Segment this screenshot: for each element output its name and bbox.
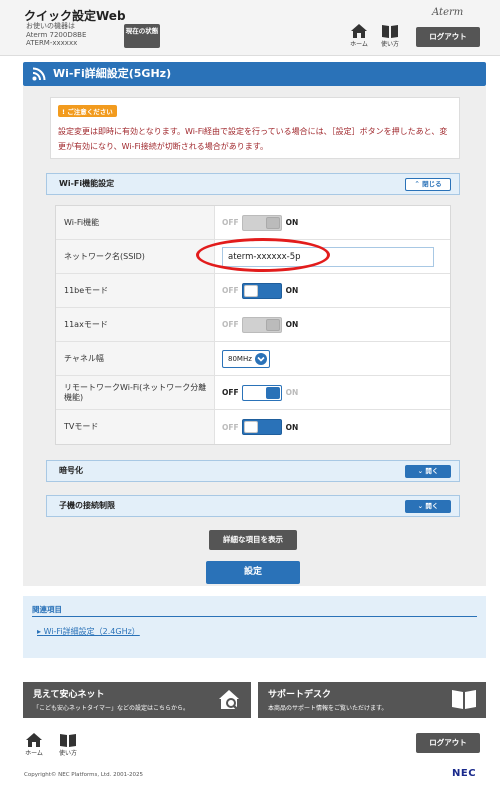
home-label: ホーム (350, 41, 368, 48)
apply-settings-button[interactable]: 設定 (206, 561, 300, 584)
triangle-right-icon: ▸ (37, 627, 42, 636)
off-label: OFF (222, 218, 239, 227)
divider (32, 616, 477, 617)
on-label: ON (285, 218, 299, 227)
chevron-down-icon: ⌄ (417, 502, 424, 510)
table-row: チャネル幅 80MHz (56, 342, 450, 376)
row-label: 11axモード (56, 308, 215, 341)
banner-title: 見えて安心ネット (33, 690, 105, 700)
mieru-anshin-net-banner[interactable]: 見えて安心ネット 「こども安心ネットタイマー」などの設定はこちらから。 (23, 682, 251, 718)
row-label: 11beモード (56, 274, 215, 307)
home-link[interactable]: ホーム (345, 24, 373, 48)
collapse-label: 閉じる (422, 180, 442, 188)
expand-label: 開く (425, 502, 439, 510)
page-title: Wi-Fi詳細設定(5GHz) (53, 67, 172, 80)
footer-home-link[interactable]: ホーム (20, 733, 48, 757)
table-row: TVモード OFF ON (56, 410, 450, 444)
exclamation-icon: ! (62, 108, 65, 116)
row-label: チャネル幅 (56, 342, 215, 375)
chevron-down-icon (255, 352, 267, 365)
home-icon (351, 24, 367, 38)
on-label: ON (285, 388, 299, 397)
wifi-function-section-title: Wi-Fi機能設定 (59, 179, 115, 188)
device-label: お使いの機器は (26, 22, 75, 30)
book-icon (452, 690, 476, 709)
tv-mode-toggle[interactable]: OFF ON (222, 419, 298, 435)
row-label: TVモード (56, 410, 215, 444)
on-label: ON (285, 422, 299, 432)
table-row: 11beモード OFF ON (56, 274, 450, 308)
row-label: Wi-Fi機能 (56, 206, 215, 239)
banner-subtitle: 本商品のサポート情報をご覧いただけます。 (268, 705, 388, 712)
book-icon (60, 734, 76, 747)
home-icon (26, 733, 42, 747)
footer-howto-label: 使い方 (58, 750, 77, 757)
encryption-section-title: 暗号化 (59, 466, 83, 475)
off-label: OFF (222, 388, 239, 397)
ssid-highlight-annotation (196, 238, 330, 272)
aterm-logo: Aterm (432, 7, 464, 18)
howto-link[interactable]: 使い方 (376, 24, 404, 48)
row-label: ネットワーク名(SSID) (56, 240, 215, 273)
on-label: ON (285, 320, 299, 329)
footer-logout-button[interactable]: ログアウト (416, 733, 480, 753)
wifi-function-section-header[interactable]: Wi-Fi機能設定 ⌃ 閉じる (46, 173, 460, 195)
banner-title: サポートデスク (268, 690, 332, 700)
book-icon (382, 25, 398, 38)
wifi-function-toggle: OFF ON (222, 214, 299, 231)
11be-mode-toggle[interactable]: OFF ON (222, 282, 299, 299)
client-restriction-section-title: 子機の接続制限 (59, 501, 115, 510)
table-row: Wi-Fi機能 OFF ON (56, 206, 450, 240)
nec-logo: NEC (452, 768, 477, 779)
notice-badge-label: ご注意ください (67, 108, 113, 116)
page-title-bar: Wi-Fi詳細設定(5GHz) (23, 62, 486, 86)
off-label: OFF (222, 286, 239, 295)
device-info: お使いの機器は Aterm 7200D8BE ATERM-xxxxxx (26, 22, 86, 48)
show-details-button[interactable]: 詳細な項目を表示 (209, 530, 297, 550)
row-label: リモートワークWi-Fi(ネットワーク分離機能) (56, 376, 215, 409)
banner-subtitle: 「こども安心ネットタイマー」などの設定はこちらから。 (33, 705, 190, 712)
chevron-down-icon: ⌄ (417, 467, 424, 475)
house-search-icon (219, 690, 239, 711)
device-id: ATERM-xxxxxx (26, 39, 78, 47)
off-label: OFF (222, 422, 239, 432)
notice-badge: ! ご注意ください (58, 105, 117, 117)
table-row: リモートワークWi-Fi(ネットワーク分離機能) OFF ON (56, 376, 450, 410)
copyright-text: Copyright© NEC Platforms, Ltd. 2001-2025 (24, 772, 144, 778)
footer-howto-link[interactable]: 使い方 (54, 733, 82, 757)
table-row: 11axモード OFF ON (56, 308, 450, 342)
logout-button[interactable]: ログアウト (416, 27, 480, 47)
header-bar: クイック設定Web お使いの機器は Aterm 7200D8BE ATERM-x… (0, 0, 500, 56)
chevron-up-icon: ⌃ (414, 180, 420, 188)
expand-button[interactable]: ⌄ 開く (405, 500, 451, 513)
off-label: OFF (222, 320, 239, 329)
client-restriction-section-header[interactable]: 子機の接続制限 ⌄ 開く (46, 495, 460, 517)
notice-box: ! ご注意ください 設定変更は即時に有効となります。Wi-Fi経由で設定を行って… (50, 97, 460, 159)
footer-home-label: ホーム (25, 750, 43, 757)
related-link-label: Wi-Fi詳細設定（2.4GHz） (43, 627, 140, 636)
device-model: Aterm 7200D8BE (26, 30, 87, 39)
related-items-box: 関連項目 ▸ Wi-Fi詳細設定（2.4GHz） (23, 596, 486, 658)
expand-button[interactable]: ⌄ 開く (405, 465, 451, 478)
remote-work-wifi-toggle[interactable]: OFF ON (222, 384, 299, 401)
support-desk-banner[interactable]: サポートデスク 本商品のサポート情報をご覧いただけます。 (258, 682, 486, 718)
expand-label: 開く (425, 467, 439, 475)
on-label: ON (285, 286, 299, 295)
related-items-title: 関連項目 (32, 605, 62, 614)
collapse-button[interactable]: ⌃ 閉じる (405, 178, 451, 191)
wifi-icon (32, 67, 46, 81)
11ax-mode-toggle: OFF ON (222, 316, 299, 333)
related-link-24ghz[interactable]: ▸ Wi-Fi詳細設定（2.4GHz） (37, 626, 140, 637)
current-status-button[interactable]: 現在の状態 (124, 24, 160, 48)
notice-text: 設定変更は即時に有効となります。Wi-Fi経由で設定を行っている場合には、［設定… (58, 127, 448, 151)
encryption-section-header[interactable]: 暗号化 ⌄ 開く (46, 460, 460, 482)
channel-width-value: 80MHz (228, 354, 252, 363)
howto-label: 使い方 (380, 41, 399, 48)
channel-width-select[interactable]: 80MHz (222, 349, 270, 368)
